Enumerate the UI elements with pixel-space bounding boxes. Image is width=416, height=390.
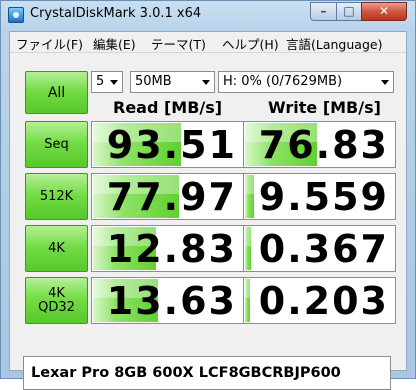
maximize-button[interactable]: □ xyxy=(336,2,362,21)
read-result-cell: 93.51 xyxy=(91,121,244,168)
runs-select[interactable]: 5 xyxy=(91,71,123,93)
test-label: Seq xyxy=(44,136,69,152)
read-result-cell: 13.63 xyxy=(91,277,244,324)
read-value: 77.97 xyxy=(106,175,237,219)
menu-theme[interactable]: テーマ(T) xyxy=(151,34,206,53)
read-result-cell: 77.97 xyxy=(91,173,244,220)
write-result-cell: 0.203 xyxy=(243,277,396,324)
chevron-down-icon xyxy=(202,80,210,85)
read-header: Read [MB/s] xyxy=(113,98,223,117)
chevron-down-icon xyxy=(381,80,389,85)
menu-edit[interactable]: 編集(E) xyxy=(93,34,136,53)
read-value: 93.51 xyxy=(106,123,237,167)
size-select[interactable]: 50MB xyxy=(130,71,215,93)
read-value: 13.63 xyxy=(106,279,237,323)
app-window: CrystalDiskMark 3.0.1 x64 – □ ✕ ファイル(F) … xyxy=(0,0,416,390)
write-result-cell: 0.367 xyxy=(243,225,396,272)
test-button-1[interactable]: 512K xyxy=(25,173,88,220)
close-button[interactable]: ✕ xyxy=(361,2,407,21)
write-value: 0.203 xyxy=(258,279,389,323)
test-label: 512K xyxy=(39,188,74,204)
size-value: 50MB xyxy=(135,74,172,89)
write-value: 76.83 xyxy=(258,123,389,167)
close-icon: ✕ xyxy=(378,4,390,18)
write-header: Write [MB/s] xyxy=(268,98,381,117)
write-progress-bar xyxy=(245,175,255,218)
chevron-down-icon xyxy=(110,80,118,85)
test-button-3[interactable]: 4K QD32 xyxy=(25,277,88,324)
disk-app-icon xyxy=(8,7,24,23)
write-progress-bar xyxy=(245,227,252,270)
menu-file[interactable]: ファイル(F) xyxy=(16,34,83,53)
write-progress-bar xyxy=(245,279,250,322)
client-area: ファイル(F) 編集(E) テーマ(T) ヘルプ(H) 言語(Language)… xyxy=(9,31,407,390)
test-button-0[interactable]: Seq xyxy=(25,121,88,168)
test-label: 4K xyxy=(48,240,65,256)
minimize-icon: – xyxy=(320,4,327,18)
menu-help[interactable]: ヘルプ(H) xyxy=(222,34,279,53)
test-button-2[interactable]: 4K xyxy=(25,225,88,272)
write-result-cell: 76.83 xyxy=(243,121,396,168)
comment-field[interactable]: Lexar Pro 8GB 600X LCF8GBCRBJP600 xyxy=(23,356,391,390)
test-label: 4K QD32 xyxy=(38,285,75,315)
menu-language[interactable]: 言語(Language) xyxy=(286,34,382,53)
drive-select[interactable]: H: 0% (0/7629MB) xyxy=(218,71,394,93)
all-button[interactable]: All xyxy=(25,71,88,114)
read-result-cell: 12.83 xyxy=(91,225,244,272)
minimize-button[interactable]: – xyxy=(310,2,337,21)
menu-bar: ファイル(F) 編集(E) テーマ(T) ヘルプ(H) 言語(Language) xyxy=(10,32,406,53)
maximize-icon: □ xyxy=(343,4,355,18)
write-value: 9.559 xyxy=(258,175,389,219)
title-bar[interactable]: CrystalDiskMark 3.0.1 x64 – □ ✕ xyxy=(1,1,415,29)
benchmark-panel: All 5 50MB H: 0% (0/7629MB) Read [MB/s] … xyxy=(11,53,406,390)
read-value: 12.83 xyxy=(106,227,237,271)
runs-value: 5 xyxy=(96,74,105,89)
window-title: CrystalDiskMark 3.0.1 x64 xyxy=(30,6,202,21)
write-value: 0.367 xyxy=(258,227,389,271)
write-result-cell: 9.559 xyxy=(243,173,396,220)
all-button-label: All xyxy=(47,84,66,101)
drive-value: H: 0% (0/7629MB) xyxy=(223,74,343,89)
